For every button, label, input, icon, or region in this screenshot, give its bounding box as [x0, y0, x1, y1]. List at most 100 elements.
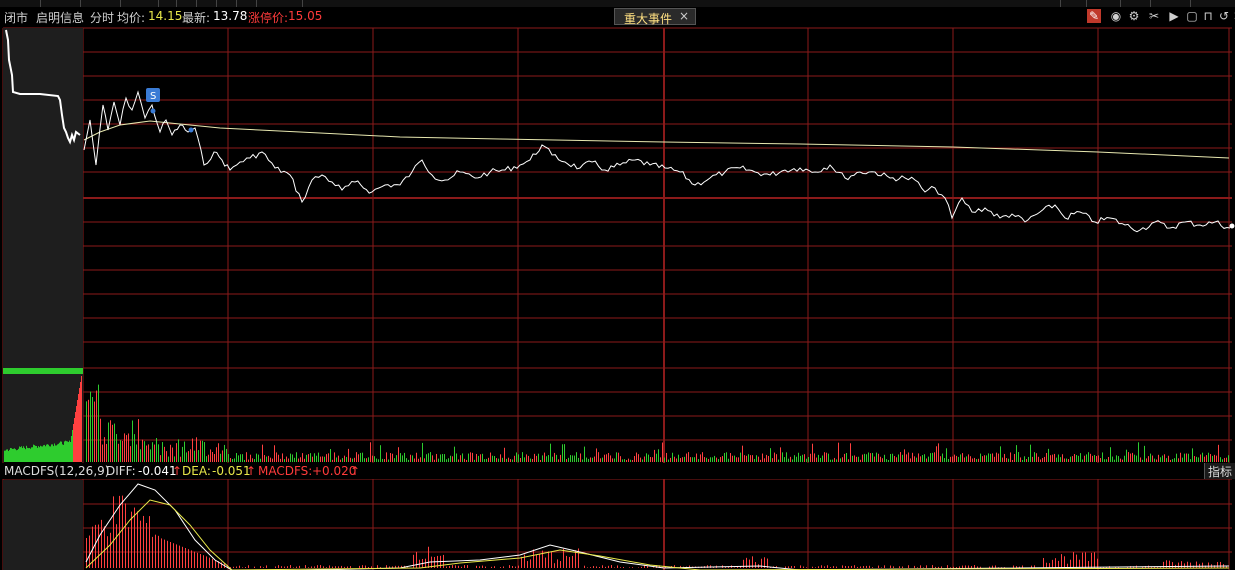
volume-bar: [682, 457, 683, 462]
volume-bar: [996, 452, 997, 462]
macd-histogram-bar: [977, 566, 978, 568]
volume-bar: [1068, 459, 1069, 462]
macd-histogram-bar: [476, 565, 477, 568]
volume-bar: [662, 442, 663, 462]
volume-bar: [7, 449, 8, 462]
intraday-chart[interactable]: S: [0, 0, 1235, 570]
volume-bar: [976, 459, 977, 462]
volume-bar: [238, 455, 239, 462]
volume-bar: [514, 455, 515, 462]
macd-histogram-bar: [317, 565, 318, 568]
macd-histogram-bar: [134, 507, 135, 568]
macd-histogram-bar: [992, 565, 993, 568]
macd-histogram-bar: [1097, 558, 1098, 568]
macd-histogram-bar: [899, 566, 900, 568]
volume-bar: [774, 452, 775, 462]
volume-bar: [922, 455, 923, 462]
volume-bar: [13, 448, 14, 462]
volume-bar: [940, 456, 941, 462]
volume-bar: [818, 454, 819, 462]
macd-histogram-bar: [599, 566, 600, 568]
volume-bar: [616, 452, 617, 462]
volume-bar: [896, 457, 897, 462]
volume-bar: [768, 455, 769, 462]
macd-histogram-bar: [311, 566, 312, 568]
volume-bar: [70, 442, 71, 462]
volume-bar: [37, 447, 38, 462]
volume-bar: [842, 457, 843, 462]
volume-bar: [726, 452, 727, 462]
volume-bar: [9, 449, 10, 462]
volume-bar: [1200, 454, 1201, 462]
volume-bar: [510, 459, 511, 462]
volume-bar: [394, 458, 395, 462]
volume-bar: [876, 452, 877, 462]
volume-bar: [372, 455, 373, 462]
macd-histogram-bar: [446, 566, 447, 568]
macd-histogram-bar: [1220, 561, 1221, 568]
volume-bar: [88, 399, 89, 462]
macd-histogram-bar: [941, 566, 942, 568]
macd-histogram-bar: [980, 566, 981, 568]
volume-bar: [836, 459, 837, 462]
volume-bar: [124, 433, 125, 462]
volume-bar: [1222, 459, 1223, 462]
volume-bar: [208, 454, 209, 462]
volume-bar: [198, 450, 199, 462]
macd-name[interactable]: MACDFS(12,26,9): [4, 464, 109, 478]
volume-bar: [648, 454, 649, 462]
macd-histogram-bar: [503, 566, 504, 568]
macd-histogram-bar: [485, 566, 486, 568]
buy-sell-marker[interactable]: S: [146, 88, 194, 133]
marker-dot-2: [188, 127, 194, 133]
volume-bar: [660, 457, 661, 462]
volume-bar: [1088, 452, 1089, 462]
volume-bar: [244, 459, 245, 462]
macd-histogram-bar: [830, 567, 831, 568]
volume-bar: [490, 452, 491, 462]
volume-bar: [62, 444, 63, 462]
volume-bar: [470, 452, 471, 462]
volume-bar: [456, 453, 457, 462]
volume-bar: [1154, 458, 1155, 462]
volume-bar: [508, 457, 509, 462]
volume-bar: [1160, 457, 1161, 462]
volume-bar: [986, 455, 987, 462]
volume-bar: [530, 458, 531, 462]
volume-bar: [224, 444, 225, 462]
macd-histogram: [86, 495, 1227, 568]
volume-bar: [1170, 459, 1171, 462]
macd-histogram-bar: [857, 566, 858, 568]
volume-bar: [1120, 458, 1121, 462]
macd-histogram-bar: [341, 565, 342, 568]
volume-bar: [522, 452, 523, 462]
volume-bar: [942, 453, 943, 462]
volume-bar: [578, 457, 579, 462]
volume-bar: [386, 452, 387, 462]
volume-bar: [1062, 454, 1063, 462]
price-line: [83, 90, 1231, 233]
volume-bar: [122, 440, 123, 462]
volume-bar: [420, 457, 421, 462]
volume-bar: [562, 444, 563, 462]
volume-bar: [312, 456, 313, 462]
macd-histogram-bar: [1091, 552, 1092, 568]
volume-bar: [1126, 449, 1127, 462]
macd-histogram-bar: [329, 565, 330, 568]
volume-bar: [678, 454, 679, 462]
volume-bar: [382, 458, 383, 462]
macd-histogram-bar: [596, 566, 597, 568]
macd-histogram-bar: [884, 565, 885, 568]
volume-bar: [576, 452, 577, 462]
volume-bar: [926, 458, 927, 462]
volume-bar: [532, 458, 533, 462]
macd-info-bar: MACDFS(12,26,9) DIFF: -0.041 ↑ DEA: -0.0…: [0, 463, 1235, 479]
macd-histogram-bar: [164, 539, 165, 568]
volume-bar: [472, 452, 473, 462]
volume-bar: [658, 449, 659, 462]
volume-bar: [1224, 457, 1225, 462]
volume-bar: [908, 452, 909, 462]
volume-bar: [580, 453, 581, 462]
indicator-button[interactable]: 指标: [1204, 463, 1235, 479]
macd-histogram-bar: [452, 565, 453, 568]
